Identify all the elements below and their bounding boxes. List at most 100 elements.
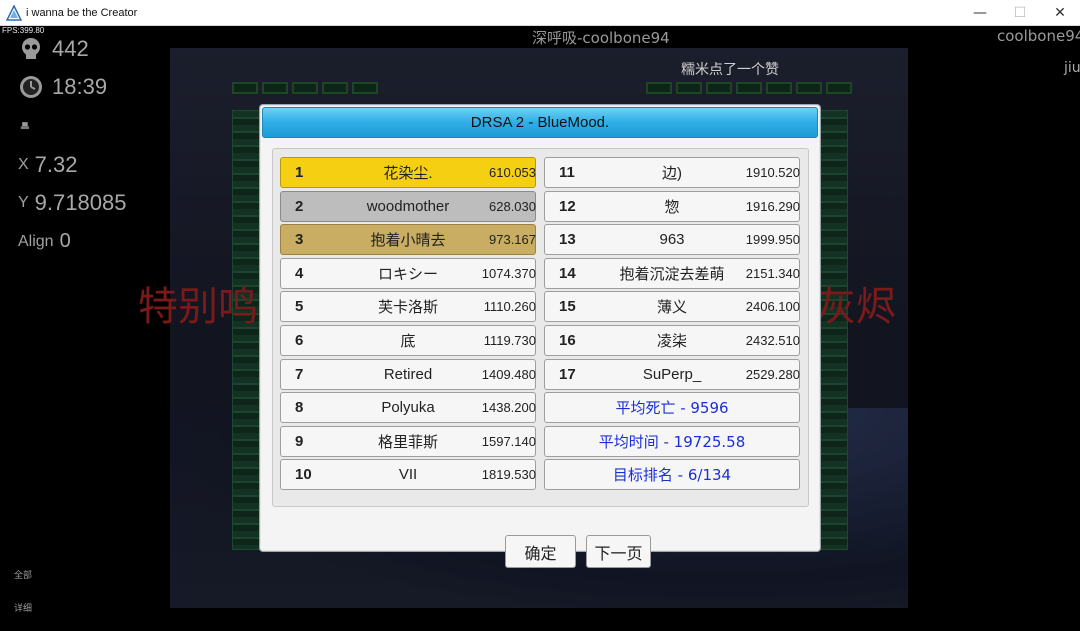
danmaku-comment: 深呼吸-coolbone94	[532, 29, 670, 47]
leaderboard-column-left: 1 花染尘. 610.053 2 woodmother 628.030 3 抱着小晴去 973.…	[280, 157, 536, 493]
average-deaths-text: 平均死亡 - 9596	[615, 399, 729, 418]
danmaku-comment: 糯米点了一个赞	[681, 62, 779, 78]
death-count: 442	[52, 36, 89, 61]
rank-number: 5	[295, 298, 304, 316]
player-score: 1409.480	[481, 366, 536, 382]
time-counter: 18:39	[18, 74, 107, 100]
danmaku-comment: coolbone94	[997, 27, 1080, 45]
rank-number: 2	[295, 197, 304, 215]
average-deaths: 平均死亡 - 9596	[544, 392, 800, 424]
death-counter: 442	[18, 36, 89, 62]
filter-all-link[interactable]: 全部	[14, 568, 32, 581]
confirm-button[interactable]: 确定	[505, 535, 576, 568]
player-score: 1819.530	[481, 467, 536, 483]
player-name: 惣	[664, 198, 680, 216]
leaderboard-row: 16 凌柒 2432.510	[544, 324, 800, 356]
rank-number: 11	[559, 164, 575, 181]
rank-number: 7	[295, 365, 304, 383]
player-name: 花染尘.	[383, 165, 433, 182]
leaderboard-row: 14 抱着沉淀去差萌 2151.340	[544, 257, 800, 289]
player-score: 1119.730	[483, 332, 536, 348]
maximize-button[interactable]: ☐	[1000, 0, 1040, 26]
leaderboard-column-right: 11 边) 1910.520 12 惣 1916.290 13 963 1999.950 14 抱着…	[544, 157, 800, 493]
leaderboard-row: 10 VII 1819.530	[280, 459, 536, 491]
rank-number: 9	[295, 432, 304, 450]
player-name: Retired	[383, 365, 433, 383]
danmaku-red-text: 特别鸣	[138, 284, 258, 330]
player-name: 凌柒	[656, 332, 687, 350]
player-score: 628.030	[489, 198, 536, 214]
game-canvas[interactable]: FPS:399.80 442 18:39 X 7.32 Y 9.718085 A…	[0, 26, 1080, 631]
player-name: VII	[398, 466, 418, 484]
leaderboard-row: 7 Retired 1409.480	[280, 358, 536, 390]
leaderboard-row: 15 薄义 2406.100	[544, 291, 800, 323]
fps-counter: FPS:399.80	[2, 26, 45, 35]
danmaku-comment: jiu	[1064, 60, 1080, 76]
rank-number: 6	[295, 331, 304, 349]
rank-number: 17	[559, 365, 576, 383]
window-titlebar: i wanna be the Creator — ☐ ✕	[0, 0, 1080, 26]
leaderboard-row: 6 底 1119.730	[280, 324, 536, 356]
leaderboard-grid: 1 花染尘. 610.053 2 woodmother 628.030 3 抱着小晴去 973.…	[272, 148, 809, 507]
minimize-button[interactable]: —	[960, 0, 1000, 26]
player-score: 1074.370	[481, 265, 536, 281]
x-label: X	[18, 156, 29, 173]
player-name: 边)	[662, 165, 682, 182]
leaderboard-dialog: DRSA 2 - BlueMood. 1 花染尘. 610.053 2 woodmoth…	[259, 104, 821, 568]
play-time: 18:39	[52, 74, 108, 99]
player-name: 薄义	[656, 299, 687, 317]
player-score: 2529.280	[745, 366, 800, 382]
rank-number: 16	[559, 331, 576, 349]
leaderboard-row: 11 边) 1910.520	[544, 157, 800, 188]
player-name: woodmother	[366, 197, 450, 215]
leaderboard-row: 4 ロキシー 1074.370	[280, 257, 536, 289]
danmaku-red-text: 灰烬	[816, 284, 896, 330]
window-title: i wanna be the Creator	[26, 6, 138, 19]
align-label: Align	[18, 232, 54, 250]
y-value: 9.718085	[34, 190, 127, 215]
rank-number: 8	[295, 399, 304, 417]
leaderboard-row: 3 抱着小晴去 973.167	[280, 224, 536, 256]
details-link[interactable]: 详细	[14, 601, 32, 614]
player-score: 1916.290	[745, 198, 800, 214]
next-page-button[interactable]: 下一页	[586, 535, 651, 568]
clock-icon	[20, 76, 42, 98]
leaderboard-row: 5 芙卡洛斯 1110.260	[280, 291, 536, 323]
x-coordinate: X 7.32	[18, 152, 78, 178]
rank-number: 14	[559, 264, 576, 282]
rank-number: 1	[295, 164, 304, 181]
player-score: 1999.950	[745, 232, 800, 248]
player-name: 格里菲斯	[377, 433, 438, 451]
close-button[interactable]: ✕	[1040, 0, 1080, 26]
leaderboard-row: 9 格里菲斯 1597.140	[280, 425, 536, 457]
rank-number: 3	[295, 231, 304, 249]
rank-number: 13	[559, 231, 576, 249]
player-name: ロキシー	[377, 265, 438, 283]
player-score: 2406.100	[745, 299, 800, 315]
skull-icon	[22, 38, 40, 59]
player-score: 1910.520	[745, 165, 800, 180]
leaderboard-row: 17 SuPerp_ 2529.280	[544, 358, 800, 390]
app-triangle-icon	[6, 4, 22, 21]
player-score: 973.167	[489, 232, 536, 248]
target-rank-text: 目标排名 - 6/134	[612, 466, 732, 485]
player-indicator	[18, 118, 44, 136]
player-name: Polyuka	[381, 399, 435, 417]
rank-number: 12	[559, 197, 576, 215]
player-name: 抱着沉淀去差萌	[619, 265, 725, 283]
player-score: 2151.340	[745, 265, 800, 281]
player-name: 芙卡洛斯	[377, 299, 438, 317]
x-value: 7.32	[34, 152, 78, 177]
player-name: SuPerp_	[642, 365, 702, 383]
align-value: 0	[59, 230, 71, 252]
player-score: 610.053	[489, 165, 536, 180]
leaderboard-row: 13 963 1999.950	[544, 224, 800, 256]
target-rank: 目标排名 - 6/134	[544, 459, 800, 491]
player-score: 1597.140	[481, 433, 536, 449]
player-name: 底	[400, 332, 416, 350]
leaderboard-row: 1 花染尘. 610.053	[280, 157, 536, 188]
leaderboard-row: 8 Polyuka 1438.200	[280, 392, 536, 424]
y-coordinate: Y 9.718085	[18, 190, 126, 216]
leaderboard-row: 2 woodmother 628.030	[280, 190, 536, 222]
average-time-text: 平均时间 - 19725.58	[598, 432, 746, 451]
